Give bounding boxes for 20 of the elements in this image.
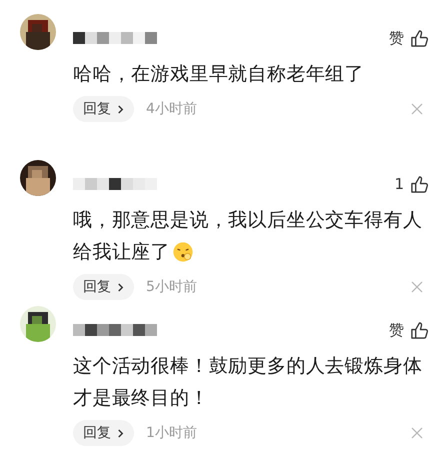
like-button[interactable]: 1 bbox=[394, 174, 429, 194]
comment-text: 给我让座了 bbox=[73, 240, 170, 265]
comment-text: 这个活动很棒！鼓励更多的人去锻炼身体 bbox=[73, 354, 422, 379]
reply-button[interactable]: 回复 bbox=[73, 420, 134, 446]
reply-button[interactable]: 回复 bbox=[73, 96, 134, 122]
chevron-icon bbox=[117, 428, 124, 438]
reply-button[interactable]: 回复 bbox=[73, 274, 134, 300]
timestamp: 1小时前 bbox=[146, 424, 197, 442]
timestamp: 4小时前 bbox=[146, 100, 197, 118]
chevron-icon bbox=[117, 104, 124, 114]
comment-text: 哈哈，在游戏里早就自称老年组了 bbox=[73, 62, 364, 87]
close-icon[interactable] bbox=[411, 281, 423, 293]
close-icon[interactable] bbox=[411, 427, 423, 439]
like-button[interactable]: 赞 bbox=[389, 320, 429, 340]
close-icon[interactable] bbox=[411, 103, 423, 115]
comment-text: 哦，那意思是说，我以后坐公交车得有人 bbox=[73, 208, 422, 233]
chevron-icon bbox=[117, 282, 124, 292]
like-button[interactable]: 赞 bbox=[389, 28, 429, 48]
timestamp: 5小时前 bbox=[146, 278, 197, 296]
comment-text: 才是最终目的！ bbox=[73, 386, 209, 411]
